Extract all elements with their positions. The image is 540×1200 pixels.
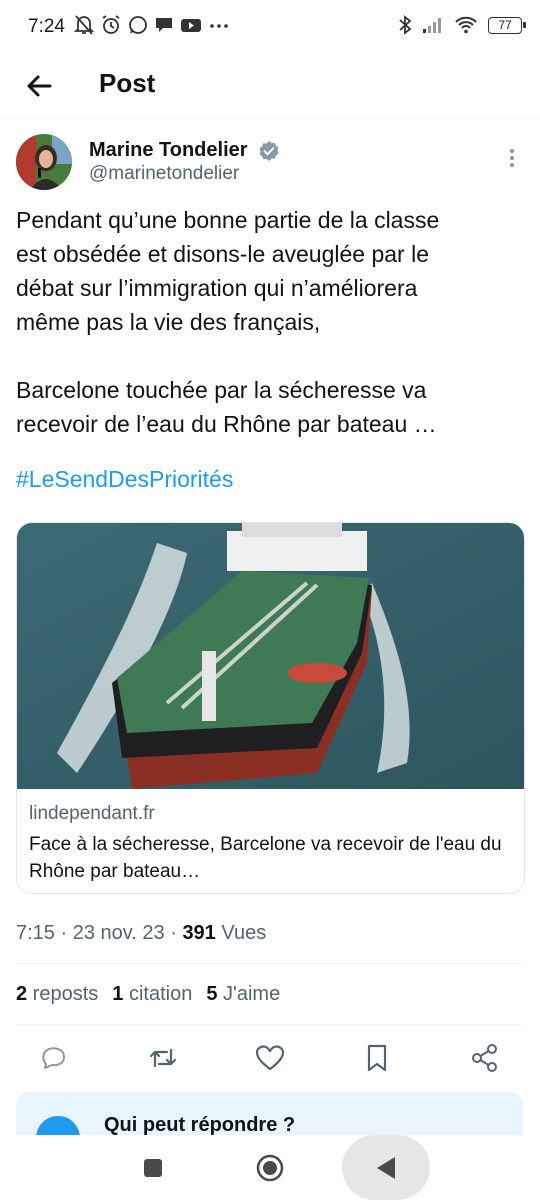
views-label: Vues — [215, 922, 267, 944]
quotes-stat[interactable]: 1 citation — [112, 983, 192, 1006]
like-button[interactable] — [250, 1038, 290, 1078]
meta-separator: · — [164, 922, 183, 944]
action-bar — [16, 1038, 516, 1078]
wifi-icon — [455, 16, 477, 34]
system-nav-bar — [0, 1135, 540, 1200]
post-meta: 7:15 · 23 nov. 23 · 391 Vues — [16, 922, 266, 945]
post-time: 7:15 — [16, 922, 55, 944]
repost-icon — [149, 1048, 177, 1068]
quotes-label: citation — [123, 983, 193, 1005]
chat-bubble-icon — [156, 18, 172, 32]
repost-button[interactable] — [143, 1038, 183, 1078]
divider — [16, 963, 523, 964]
card-title: Face à la sécheresse, Barcelone va recev… — [29, 834, 502, 882]
link-card[interactable]: lindependant.fr Face à la sécheresse, Ba… — [16, 522, 525, 894]
status-bar: 7:24 77 — [0, 0, 540, 56]
likes-label: J'aime — [217, 983, 281, 1005]
share-button[interactable] — [465, 1038, 505, 1078]
recents-button[interactable] — [142, 1157, 164, 1184]
views-count[interactable]: 391 — [182, 922, 215, 944]
reply-button[interactable] — [34, 1038, 74, 1078]
whatsapp-icon — [129, 16, 147, 34]
signal-icon — [423, 18, 441, 33]
vertical-dots-icon — [510, 149, 514, 167]
likes-count: 5 — [206, 983, 218, 1005]
engagement-stats: 2 reposts 1 citation 5 J'aime — [16, 983, 280, 1006]
heart-icon — [255, 1045, 285, 1071]
likes-stat[interactable]: 5 J'aime — [206, 983, 280, 1006]
card-image-tanker — [17, 523, 524, 789]
bluetooth-icon — [399, 15, 412, 35]
back-button[interactable] — [22, 68, 58, 104]
post-date: 23 nov. 23 — [72, 922, 165, 944]
author-name[interactable]: Marine Tondelier — [89, 139, 248, 162]
more-options-button[interactable] — [498, 146, 526, 170]
card-domain: lindependant.fr — [29, 803, 155, 824]
arrow-left-icon — [27, 75, 52, 97]
reply-settings-title: Qui peut répondre ? — [104, 1114, 296, 1136]
reply-icon — [42, 1047, 65, 1069]
back-nav-button[interactable] — [342, 1135, 430, 1200]
top-bar: Post — [0, 56, 540, 119]
home-button[interactable] — [255, 1153, 285, 1188]
reposts-stat[interactable]: 2 reposts — [16, 983, 98, 1006]
more-notifications-icon — [210, 24, 228, 28]
battery-icon: 77 — [488, 16, 526, 34]
reposts-count: 2 — [16, 983, 28, 1005]
quotes-count: 1 — [112, 983, 124, 1005]
back-triangle-icon — [377, 1157, 395, 1179]
alarm-icon — [102, 15, 120, 34]
status-time: 7:24 — [28, 16, 65, 37]
avatar[interactable] — [16, 134, 72, 190]
avatar-image — [16, 134, 72, 190]
square-icon — [144, 1159, 162, 1177]
bookmark-icon — [367, 1044, 387, 1072]
youtube-icon — [181, 19, 201, 32]
system-icons: 77 — [398, 14, 526, 36]
home-circle-icon — [256, 1154, 284, 1182]
author-handle[interactable]: @marinetondelier — [89, 163, 239, 185]
verified-badge-icon — [259, 141, 279, 161]
reposts-label: reposts — [27, 983, 99, 1005]
bookmark-button[interactable] — [357, 1038, 397, 1078]
divider — [16, 1024, 523, 1025]
tweet-text: Pendant qu’une bonne partie de la classe… — [16, 207, 440, 437]
hashtag-link[interactable]: #LeSendDesPriorités — [16, 466, 233, 493]
meta-separator: · — [54, 922, 73, 944]
page-title: Post — [99, 68, 156, 98]
notification-icons — [74, 14, 230, 36]
share-icon — [472, 1044, 497, 1072]
mute-bell-icon — [74, 15, 94, 35]
